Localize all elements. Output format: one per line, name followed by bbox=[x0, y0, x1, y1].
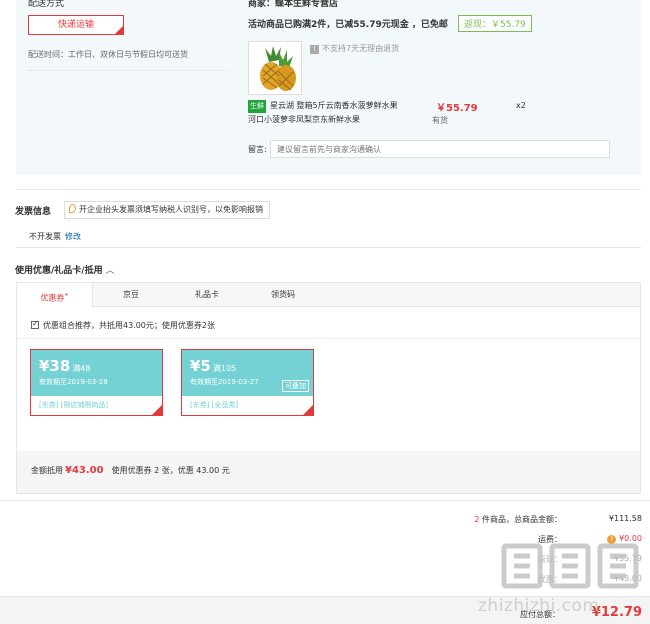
product-row: ! 不支持7天无理由退货 生鲜 星云湖 整箱5斤云南香水菠萝鲜水果 河口小菠萝非凤梨… bbox=[248, 37, 641, 127]
selected-corner-icon bbox=[115, 26, 123, 34]
invoice-tip-text: 开企业抬头发票须填写纳税人识别号，以免影响报销 bbox=[79, 205, 263, 214]
promo-line: 活动商品已购满2件，已减55.79元现金 ，已免邮 返现：￥55.79 bbox=[248, 15, 641, 35]
invoice-value: 不开发票 修改 bbox=[29, 231, 81, 242]
goods-total-row: 2 件商品，总商品金额： ¥111.58 bbox=[342, 514, 642, 534]
promo-text: 活动商品已购满2件，已减55.79元现金 ，已免邮 bbox=[248, 20, 448, 30]
fresh-tag: 生鲜 bbox=[248, 100, 266, 113]
divider bbox=[16, 247, 641, 248]
merchant-name: 商家：蝶本生鲜专营店 bbox=[248, 0, 339, 9]
divider bbox=[17, 338, 640, 339]
note-row: 留言: bbox=[248, 140, 641, 158]
express-shipping-button[interactable]: 快递运输 bbox=[28, 15, 124, 35]
note-label: 留言: bbox=[248, 145, 267, 154]
coupon-condition: 满105 bbox=[212, 364, 237, 373]
coupon-section-title[interactable]: 使用优惠/礼品卡/抵用 ︿ bbox=[15, 263, 115, 276]
coupon-amount: ¥38 bbox=[39, 357, 71, 375]
amount-detail: 使用优惠券 2 张，优惠 43.00 元 bbox=[111, 466, 230, 475]
coupon-tabs: 优惠券• 京豆 礼品卡 领货码 bbox=[17, 283, 640, 308]
express-shipping-label: 快递运输 bbox=[57, 20, 94, 30]
coupon-expiry: 有效期至2019-03-28 bbox=[39, 378, 108, 386]
coupon-card[interactable]: ¥38 满48 有效期至2019-03-28 [东券] [限店铺限商品] bbox=[30, 349, 163, 416]
product-price: ￥55.79 bbox=[436, 103, 478, 114]
goods-total-label: 2 件商品，总商品金额： bbox=[474, 514, 562, 525]
coupon-condition: 满48 bbox=[72, 364, 91, 373]
coupon-amount-bar: 金额抵用 ¥43.00 使用优惠券 2 张，优惠 43.00 元 bbox=[17, 451, 640, 493]
coupon-title-text: 使用优惠/礼品卡/抵用 bbox=[15, 266, 103, 276]
invoice-tip: 开企业抬头发票须填写纳税人识别号，以免影响报销 bbox=[64, 201, 270, 219]
watermark-text: zhizhizhi.com bbox=[478, 596, 600, 616]
tab-gift-card[interactable]: 礼品卡 bbox=[169, 283, 245, 307]
invoice-value-text: 不开发票 bbox=[29, 232, 61, 241]
shipping-order-block: 配送方式 快递运输 配送时间：工作日、双休日与节假日均可送货 商家：蝶本生鲜专营… bbox=[16, 0, 641, 175]
tab-pickup-code[interactable]: 领货码 bbox=[245, 283, 321, 307]
tab-jingdou[interactable]: 京豆 bbox=[93, 283, 169, 307]
tab-coupons[interactable]: 优惠券• bbox=[17, 283, 93, 308]
product-quantity: x2 bbox=[516, 101, 526, 110]
coupon-panel: 优惠券• 京豆 礼品卡 领货码 优惠组合推荐，共抵用43.00元；使用优惠券2张… bbox=[16, 282, 641, 494]
shipping-label: 配送方式 bbox=[28, 0, 65, 9]
divider bbox=[16, 189, 641, 190]
goods-total-value: ¥111.58 bbox=[608, 514, 642, 523]
invoice-edit-link[interactable]: 修改 bbox=[65, 232, 81, 241]
order-section: 商家：蝶本生鲜专营店 活动商品已购满2件，已减55.79元现金 ，已免邮 返现：… bbox=[248, 0, 641, 158]
product-title[interactable]: 生鲜 星云湖 整箱5斤云南香水菠萝鲜水果 河口小菠萝非凤梨京东新鲜水果 bbox=[248, 99, 408, 126]
product-title-text: 星云湖 整箱5斤云南香水菠萝鲜水果 河口小菠萝非凤梨京东新鲜水果 bbox=[248, 101, 398, 124]
coupon-scope: [东券] [限店铺限商品] bbox=[39, 401, 109, 409]
coupon-card[interactable]: ¥5 满105 有效期至2019-03-27 可叠加 [东券] [全品类] bbox=[181, 349, 314, 416]
stackable-badge: 可叠加 bbox=[282, 380, 309, 392]
note-input[interactable] bbox=[270, 140, 610, 158]
amount-value: ¥43.00 bbox=[65, 465, 104, 476]
no-refund-note: ! 不支持7天无理由退货 bbox=[310, 43, 399, 54]
shipping-section: 配送方式 快递运输 配送时间：工作日、双休日与节假日均可送货 bbox=[28, 0, 228, 71]
combo-checkbox[interactable] bbox=[31, 319, 39, 329]
stock-status: 有货 bbox=[432, 116, 448, 125]
selected-corner-icon bbox=[152, 405, 162, 415]
watermark-logo bbox=[501, 543, 639, 589]
selected-corner-icon bbox=[303, 405, 313, 415]
invoice-title: 发票信息 bbox=[15, 207, 52, 217]
chevron-up-icon: ︿ bbox=[105, 266, 115, 276]
no-refund-text: 不支持7天无理由退货 bbox=[322, 44, 400, 53]
product-image[interactable] bbox=[248, 41, 302, 95]
dot-marker: • bbox=[64, 291, 69, 299]
coupon-scope: [东券] [全品类] bbox=[190, 401, 239, 409]
item-count: 2 bbox=[474, 515, 480, 524]
rebate-badge: 返现：￥55.79 bbox=[458, 15, 532, 32]
amount-label: 金额抵用 bbox=[31, 466, 63, 475]
divider bbox=[0, 500, 650, 501]
delivery-time-note: 配送时间：工作日、双休日与节假日均可送货 bbox=[28, 49, 228, 71]
combo-recommendation[interactable]: 优惠组合推荐，共抵用43.00元；使用优惠券2张 bbox=[31, 319, 215, 331]
coupon-face: ¥5 满105 有效期至2019-03-27 可叠加 bbox=[182, 350, 313, 396]
info-icon: ! bbox=[310, 45, 319, 54]
tab-coupons-label: 优惠券 bbox=[40, 293, 65, 303]
combo-text: 优惠组合推荐，共抵用43.00元；使用优惠券2张 bbox=[43, 321, 215, 330]
pineapple-icon bbox=[249, 42, 301, 94]
coupon-face: ¥38 满48 有效期至2019-03-28 bbox=[31, 350, 162, 396]
coupon-amount: ¥5 bbox=[190, 357, 211, 375]
location-pin-icon bbox=[69, 204, 76, 213]
item-count-label: 件商品，总商品金额： bbox=[482, 515, 562, 524]
